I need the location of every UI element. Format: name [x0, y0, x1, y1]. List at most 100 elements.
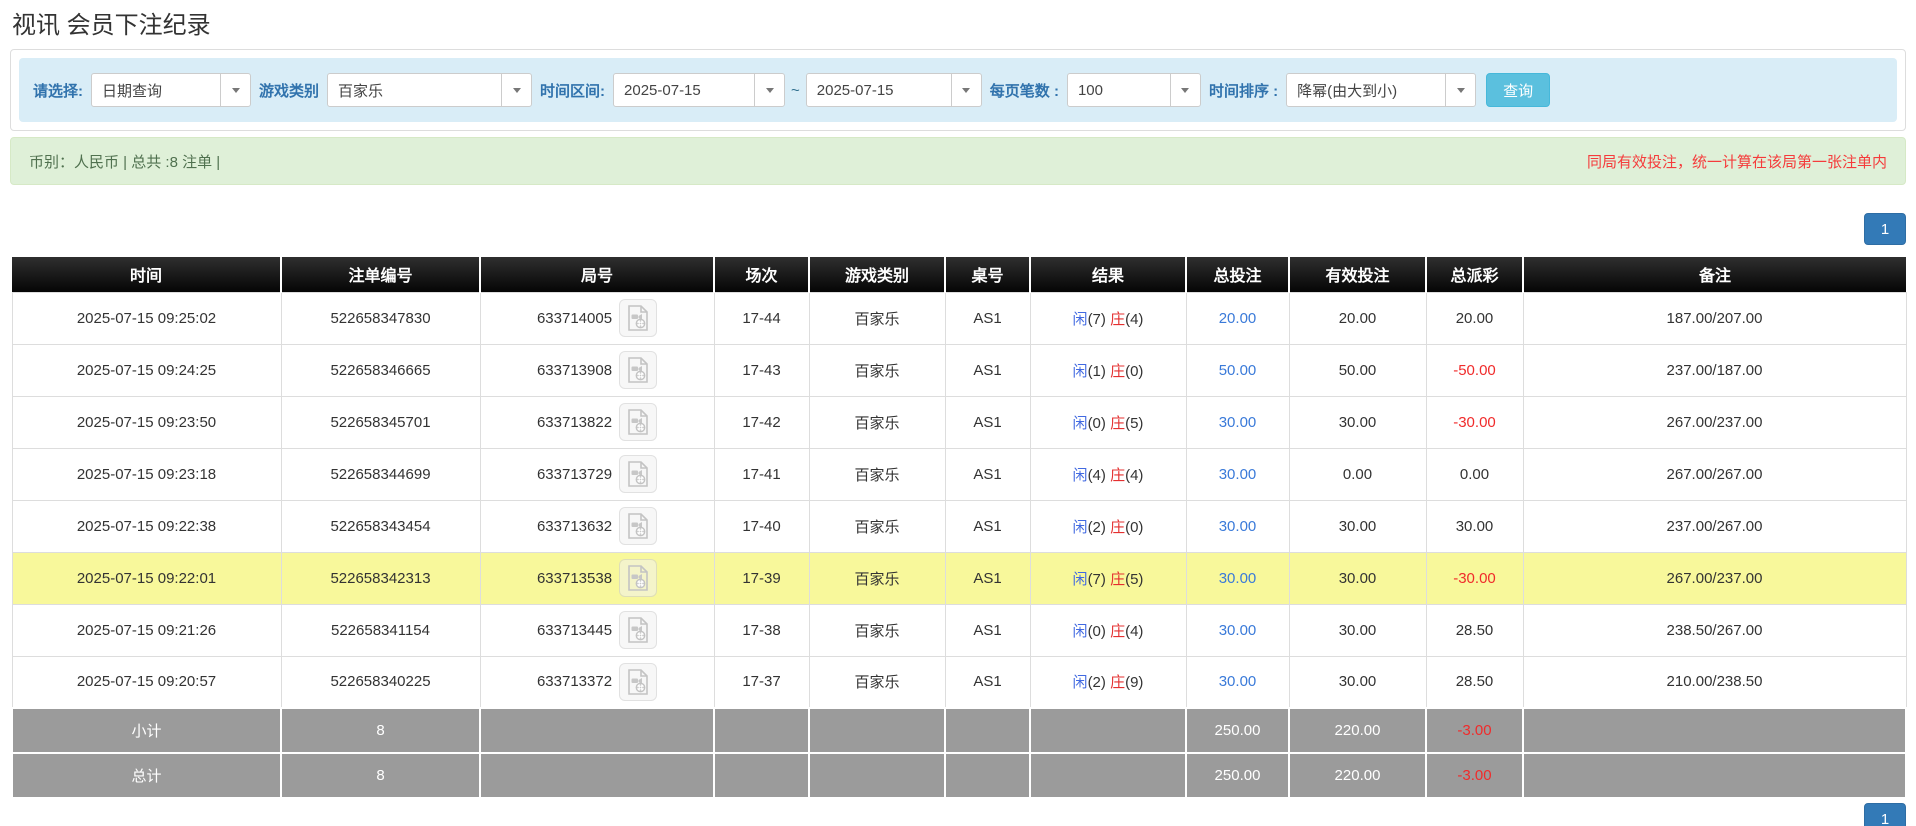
sort-order-value: 降幂(由大到小) — [1297, 82, 1398, 100]
cell-total-bet-link[interactable]: 30.00 — [1185, 551, 1290, 605]
cell-total-bet-link[interactable]: 30.00 — [1185, 447, 1290, 501]
cell-valid-bet: 50.00 — [1288, 343, 1427, 397]
table-header: 时间 注单编号 局号 场次 游戏类别 桌号 结果 总投注 有效投注 总派彩 备注 — [12, 257, 1906, 292]
page-size-select[interactable]: 100 — [1066, 73, 1201, 107]
result-player-label: 闲 — [1072, 310, 1088, 328]
header-time: 时间 — [12, 257, 282, 292]
result-banker-label: 庄 — [1110, 362, 1126, 380]
video-replay-button[interactable] — [619, 455, 658, 493]
sort-order-label: 时间排序 : — [1208, 82, 1279, 100]
video-replay-button[interactable] — [619, 611, 658, 649]
chevron-down-icon[interactable] — [501, 74, 531, 106]
cell-session: 17-39 — [713, 551, 810, 605]
round-id-text: 633713729 — [536, 465, 613, 483]
cell-valid-bet: 30.00 — [1288, 551, 1427, 605]
cell-payout: 28.50 — [1425, 603, 1524, 657]
cell-bet-id: 522658341154 — [280, 603, 481, 657]
total-payout: -3.00 — [1425, 752, 1524, 799]
chevron-down-icon[interactable] — [1445, 74, 1475, 106]
result-banker-label: 庄 — [1110, 518, 1126, 536]
round-id-text: 633713908 — [536, 361, 613, 379]
cell-round-id: 633713372 — [479, 655, 715, 709]
subtotal-row: 小计 8 250.00 220.00 -3.00 — [11, 707, 1907, 754]
subtotal-payout: -3.00 — [1425, 707, 1524, 754]
query-type-select[interactable]: 日期查询 — [91, 73, 251, 107]
result-player-score: (2) — [1087, 518, 1106, 536]
bet-records-table: 时间 注单编号 局号 场次 游戏类别 桌号 结果 总投注 有效投注 总派彩 备注… — [11, 257, 1907, 799]
date-to-select[interactable]: 2025-07-15 — [805, 73, 982, 107]
result-banker-score: (0) — [1125, 362, 1144, 380]
game-type-select[interactable]: 百家乐 — [327, 73, 533, 107]
video-replay-button[interactable] — [619, 507, 658, 545]
cell-total-bet-link[interactable]: 30.00 — [1185, 395, 1290, 449]
cell-session: 17-38 — [713, 603, 810, 657]
page-root: 视讯 会员下注纪录 请选择: 日期查询 游戏类别 百家乐 时间区间: 2025-… — [0, 0, 1916, 826]
subtotal-total-bet: 250.00 — [1185, 707, 1290, 754]
cell-result: 闲(0) 庄(5) — [1029, 395, 1187, 449]
video-replay-button[interactable] — [619, 351, 658, 389]
result-banker-score: (5) — [1125, 414, 1144, 432]
query-type-value: 日期查询 — [102, 82, 163, 100]
cell-total-bet-link[interactable]: 30.00 — [1185, 603, 1290, 657]
result-player-score: (7) — [1087, 310, 1106, 328]
total-count: 8 — [280, 752, 481, 799]
cell-bet-id: 522658343454 — [280, 499, 481, 553]
total-empty — [479, 752, 715, 799]
cell-time: 2025-07-15 09:22:38 — [11, 499, 282, 553]
cell-result: 闲(2) 庄(0) — [1029, 499, 1187, 553]
cell-time: 2025-07-15 09:21:26 — [11, 603, 282, 657]
cell-payout: -30.00 — [1425, 395, 1524, 449]
search-button[interactable]: 查询 — [1486, 73, 1551, 107]
date-from-value: 2025-07-15 — [624, 81, 701, 99]
chevron-down-icon[interactable] — [950, 74, 981, 106]
subtotal-empty — [1522, 707, 1907, 754]
table-row: 2025-07-15 09:23:18 522658344699 6337137… — [11, 447, 1907, 501]
chevron-down-icon[interactable] — [754, 74, 784, 106]
cell-total-bet-link[interactable]: 50.00 — [1185, 343, 1290, 397]
sort-order-select[interactable]: 降幂(由大到小) — [1286, 73, 1477, 107]
cell-table-no: AS1 — [944, 603, 1031, 657]
result-player-label: 闲 — [1072, 570, 1088, 588]
cell-table-no: AS1 — [944, 447, 1031, 501]
cell-table-no: AS1 — [944, 395, 1031, 449]
chevron-down-icon[interactable] — [1169, 74, 1200, 106]
result-banker-score: (0) — [1125, 518, 1144, 536]
cell-total-bet-link[interactable]: 20.00 — [1185, 291, 1290, 345]
date-to-value: 2025-07-15 — [816, 81, 894, 99]
chevron-down-icon[interactable] — [220, 74, 250, 106]
date-from-select[interactable]: 2025-07-15 — [613, 73, 786, 107]
subtotal-empty — [479, 707, 715, 754]
round-id-text: 633714005 — [536, 309, 613, 327]
cell-payout: -50.00 — [1425, 343, 1524, 397]
cell-total-bet-link[interactable]: 30.00 — [1185, 499, 1290, 553]
video-file-icon — [628, 617, 648, 643]
cell-time: 2025-07-15 09:20:57 — [11, 655, 282, 709]
pagination-top: 1 — [10, 213, 1906, 245]
video-replay-button[interactable] — [619, 403, 658, 441]
result-player-score: (0) — [1087, 622, 1106, 640]
cell-result: 闲(7) 庄(5) — [1029, 551, 1187, 605]
cell-time: 2025-07-15 09:23:50 — [11, 395, 282, 449]
cell-session: 17-44 — [713, 291, 810, 345]
cell-remark: 210.00/238.50 — [1522, 655, 1907, 709]
cell-result: 闲(1) 庄(0) — [1029, 343, 1187, 397]
cell-round-id: 633713445 — [479, 603, 715, 657]
page-title: 视讯 会员下注纪录 — [12, 12, 211, 39]
header-session: 场次 — [714, 257, 810, 292]
video-replay-button[interactable] — [619, 559, 658, 597]
summary-currency-count: 币别：人民币 | 总共 :8 注单 | — [29, 153, 221, 171]
result-player-score: (1) — [1087, 362, 1106, 380]
video-replay-button[interactable] — [619, 662, 658, 701]
date-range-tilde: ~ — [791, 81, 800, 99]
video-file-icon — [628, 668, 648, 695]
page-size-label: 每页笔数 : — [989, 82, 1059, 100]
cell-table-no: AS1 — [944, 499, 1031, 553]
page-1-button[interactable]: 1 — [1864, 803, 1906, 826]
cell-round-id: 633713632 — [479, 499, 715, 553]
round-id-text: 633713445 — [536, 621, 613, 639]
cell-total-bet-link[interactable]: 30.00 — [1185, 655, 1290, 709]
page-1-button[interactable]: 1 — [1864, 213, 1906, 245]
cell-session: 17-37 — [713, 655, 810, 709]
result-banker-label: 庄 — [1110, 466, 1126, 484]
video-replay-button[interactable] — [619, 299, 658, 337]
